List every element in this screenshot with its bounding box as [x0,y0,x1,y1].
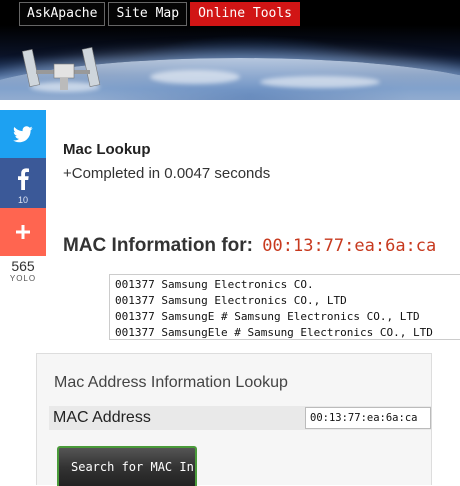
mac-address-input[interactable] [305,407,431,429]
share-sidebar: 10 565 YOLO [0,110,46,283]
nav-item-askapache[interactable]: AskApache [19,2,106,26]
mac-info-label: MAC Information for: [63,235,253,256]
facebook-share-button[interactable]: 10 [0,158,46,208]
mac-address-label: MAC Address [53,409,151,426]
plus-icon [16,225,30,239]
result-line: 001377 Samsung Electronics CO., LTD [115,294,347,307]
results-box[interactable]: 001377 Samsung Electronics CO. 001377 Sa… [109,274,460,340]
top-nav: AskApache Site Map Online Tools [19,2,300,26]
result-line: 001377 SamsungEle # Samsung Electronics … [115,326,433,339]
result-line: 001377 SamsungE # Samsung Electronics CO… [115,310,420,323]
facebook-share-count: 10 [17,195,28,205]
completion-status: +Completed in 0.0047 seconds [63,165,271,182]
form-title: Mac Address Information Lookup [54,374,288,391]
facebook-icon [18,168,29,190]
header-banner: AskApache Site Map Online Tools [0,0,460,100]
mac-info-heading: MAC Information for: 00:13:77:ea:6a:ca [63,235,436,257]
cloud-decoration [260,76,380,88]
nav-item-site-map[interactable]: Site Map [108,2,188,26]
lookup-form-panel: Mac Address Information Lookup MAC Addre… [36,353,432,486]
cloud-decoration [150,70,240,84]
nav-item-online-tools[interactable]: Online Tools [190,2,300,26]
share-total: 565 YOLO [0,258,46,283]
page-title: Mac Lookup [63,141,151,158]
space-station-icon [22,47,101,90]
search-button[interactable]: Search for MAC Info [57,446,197,486]
mac-address-value: 00:13:77:ea:6a:ca [262,236,437,256]
twitter-icon [13,125,33,142]
share-total-label: YOLO [9,274,37,283]
twitter-share-button[interactable] [0,110,46,158]
share-total-count: 565 [11,258,35,274]
more-share-button[interactable] [0,208,46,256]
mac-address-row: MAC Address [49,406,431,430]
result-line: 001377 Samsung Electronics CO. [115,278,314,291]
